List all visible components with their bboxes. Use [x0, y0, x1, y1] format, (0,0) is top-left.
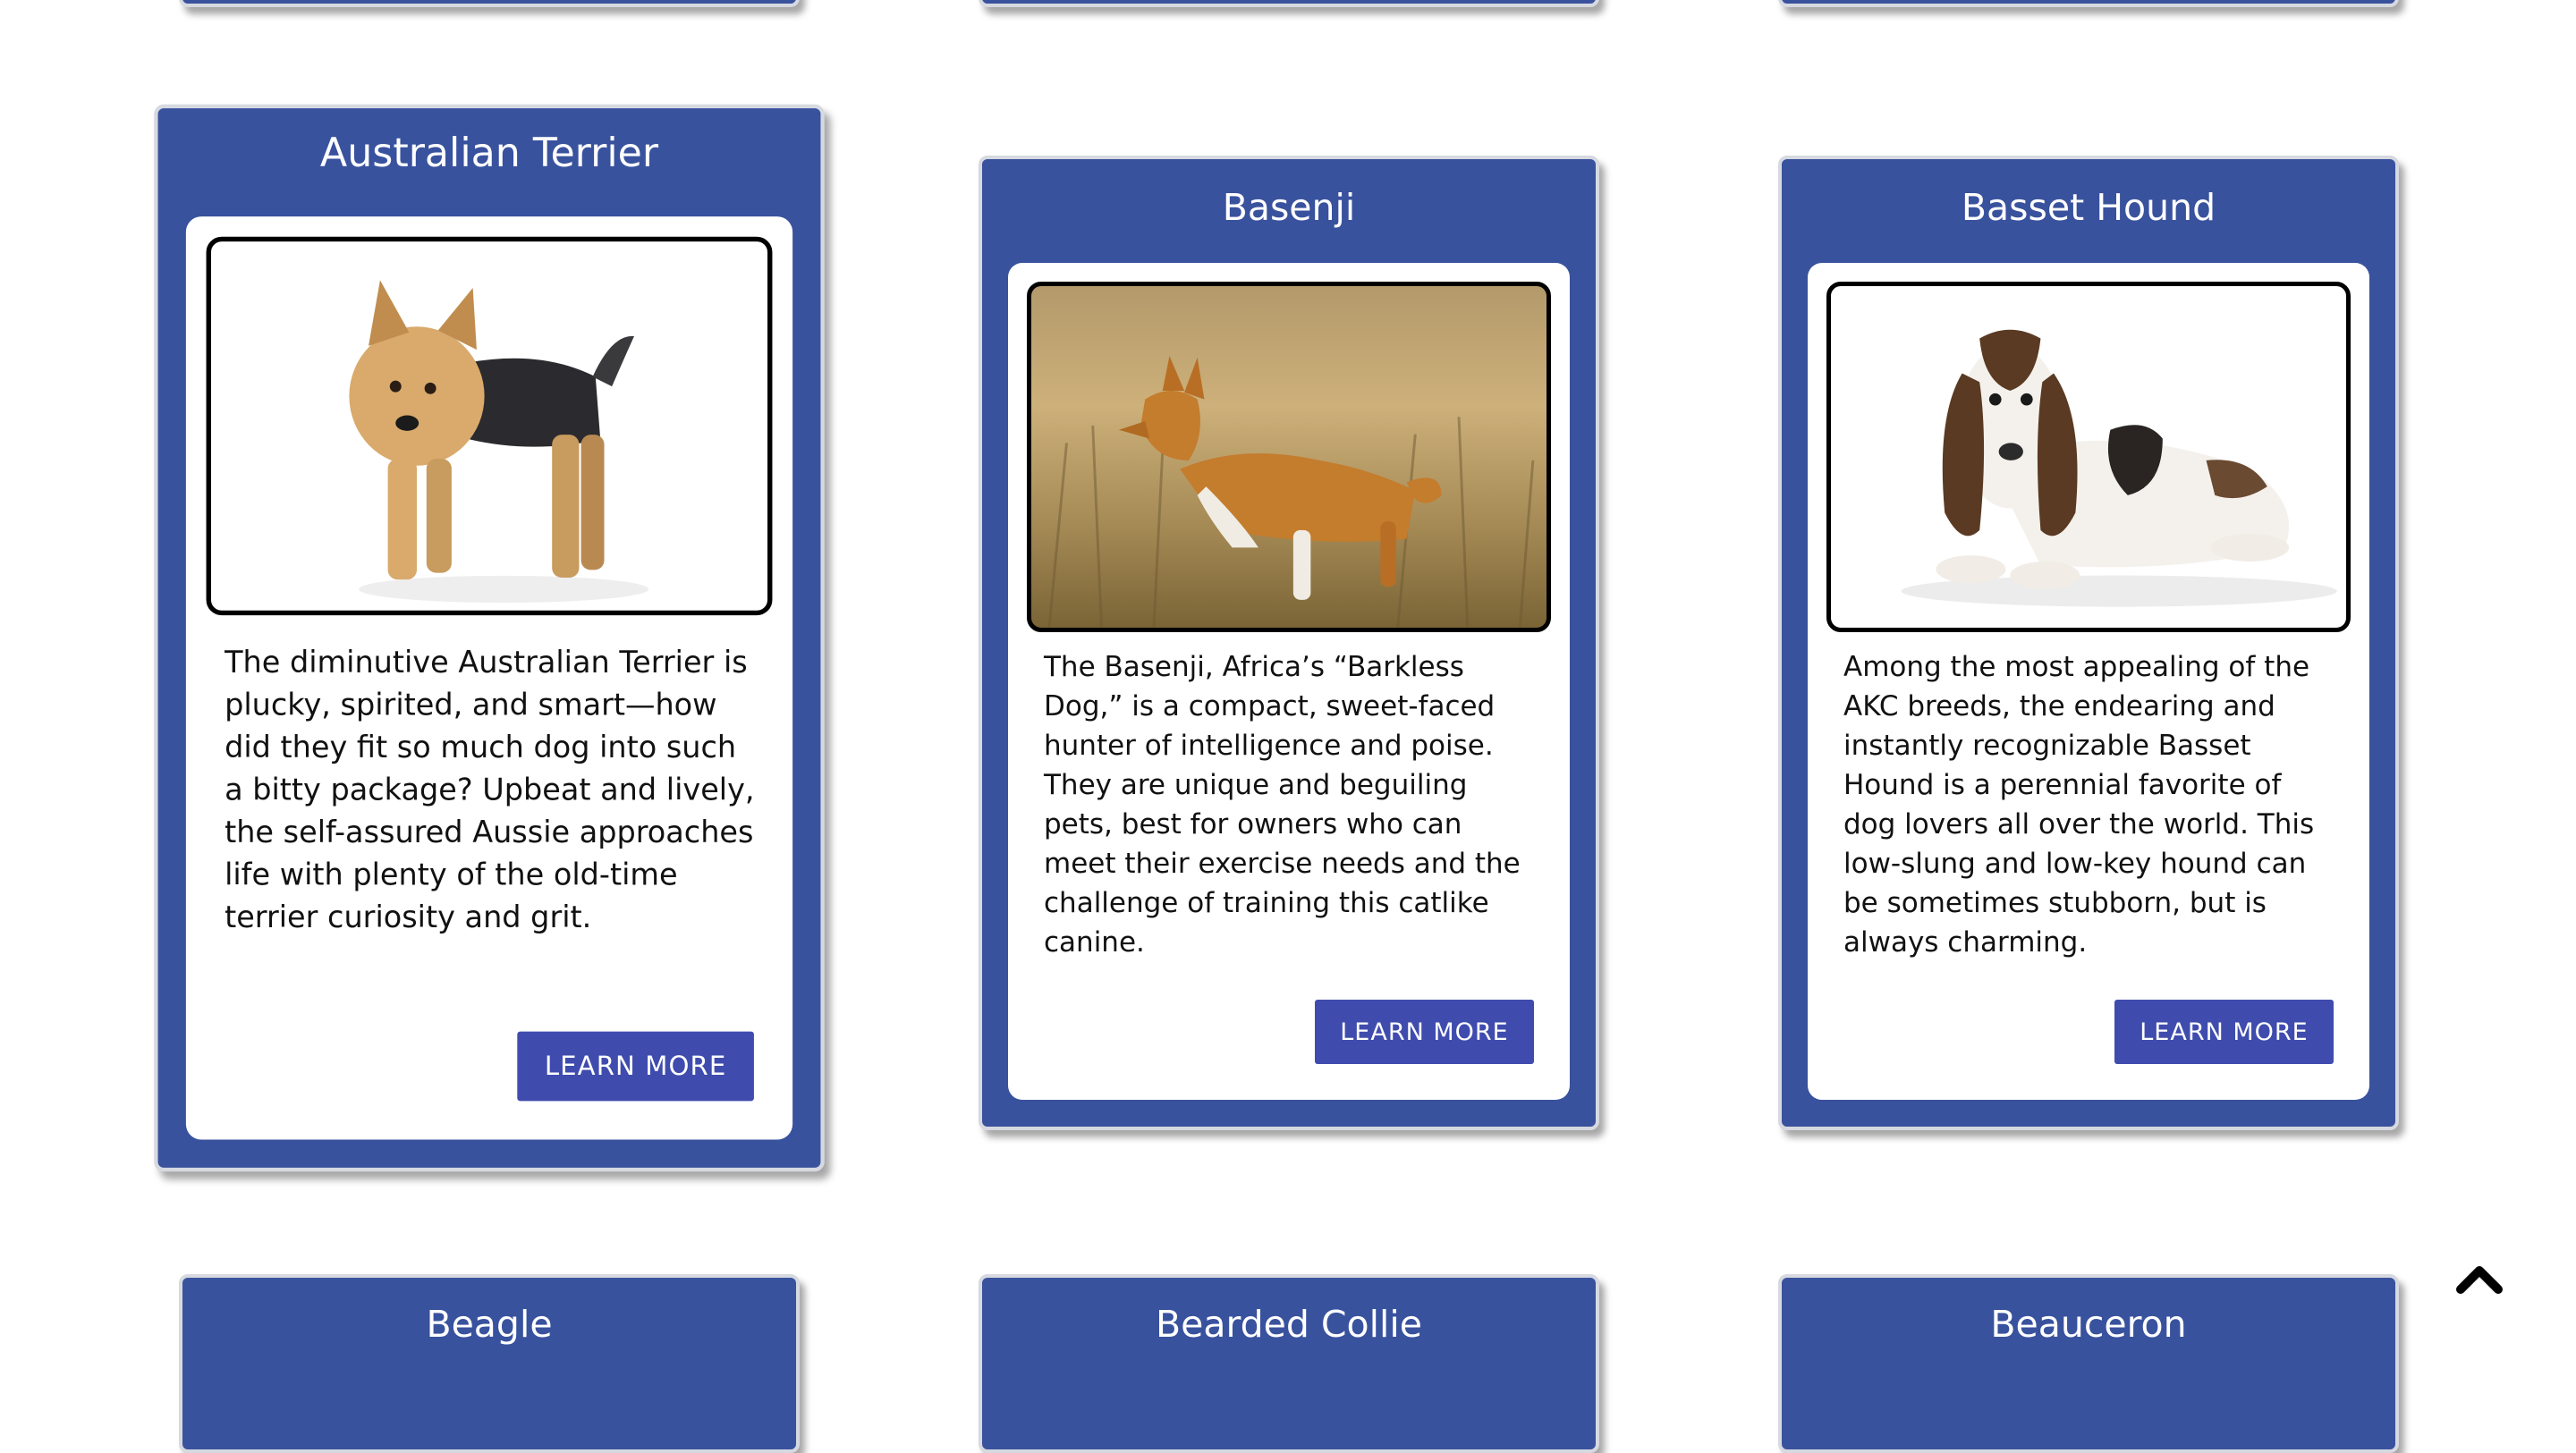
breed-card-beauceron[interactable]: Beauceron: [1778, 1274, 2399, 1453]
card-title: Basenji: [1222, 186, 1356, 229]
chevron-up-icon: [2456, 1266, 2503, 1294]
basset-hound-photo: [1826, 282, 2351, 632]
card-body: Among the most appealing of the AKC bree…: [1808, 263, 2369, 1100]
breed-card-beagle[interactable]: Beagle: [179, 1274, 800, 1453]
breed-card-partial: [1778, 0, 2399, 7]
card-body: The Basenji, Africa’s “Barkless Dog,” is…: [1008, 263, 1570, 1100]
australian-terrier-photo: [206, 236, 773, 616]
breed-card-australian-terrier[interactable]: Australian Terrier The diminutive Austra…: [154, 104, 825, 1172]
breed-card-basset-hound[interactable]: Basset Hound Among the most appealing of…: [1778, 156, 2399, 1130]
card-body: The diminutive Australian Terrier is plu…: [185, 216, 793, 1140]
breed-card-bearded-collie[interactable]: Bearded Collie: [979, 1274, 1599, 1453]
breed-card-partial: [979, 0, 1599, 7]
card-title: Beagle: [426, 1303, 553, 1346]
card-title: Beauceron: [1990, 1303, 2187, 1346]
learn-more-button[interactable]: LEARN MORE: [517, 1031, 754, 1102]
breed-card-basenji[interactable]: Basenji The Basenji, Africa’s “Barkless …: [979, 156, 1599, 1130]
card-title: Basset Hound: [1961, 186, 2216, 229]
card-description: Among the most appealing of the AKC bree…: [1843, 651, 2315, 959]
basenji-photo: [1027, 282, 1551, 632]
learn-more-button[interactable]: LEARN MORE: [2114, 1000, 2334, 1064]
scroll-to-top-button[interactable]: [2455, 1263, 2504, 1295]
breed-card-partial: [179, 0, 800, 7]
card-description: The Basenji, Africa’s “Barkless Dog,” is…: [1044, 651, 1521, 959]
learn-more-button[interactable]: LEARN MORE: [1315, 1000, 1534, 1064]
card-title: Australian Terrier: [319, 129, 659, 176]
card-title: Bearded Collie: [1155, 1303, 1423, 1346]
card-description: The diminutive Australian Terrier is plu…: [225, 645, 755, 935]
